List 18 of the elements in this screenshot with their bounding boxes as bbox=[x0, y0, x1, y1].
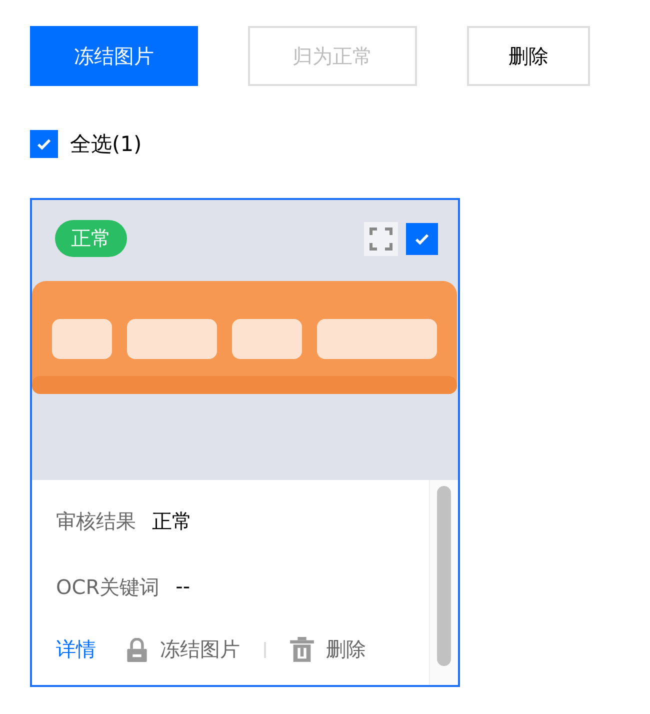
scrollbar-thumb[interactable] bbox=[437, 486, 451, 666]
action-link[interactable]: 冻结图片 bbox=[160, 636, 240, 663]
field-value: 正常 bbox=[152, 508, 192, 535]
field-value: -- bbox=[176, 574, 190, 600]
action-button[interactable]: 冻结图片 bbox=[30, 26, 198, 86]
status-badge: 正常 bbox=[55, 220, 127, 257]
lock-icon bbox=[126, 638, 148, 662]
fullscreen-icon[interactable] bbox=[364, 222, 398, 256]
image-card[interactable]: 正常 审核结果 正常 OCR关键词 -- 详情 冻结图片 删除 bbox=[30, 198, 460, 687]
select-all-label: 全选(1) bbox=[70, 131, 142, 158]
details-link[interactable]: 详情 bbox=[56, 636, 96, 663]
field-label: OCR关键词 bbox=[56, 574, 160, 601]
field-label: 审核结果 bbox=[56, 508, 136, 535]
action-link[interactable]: 删除 bbox=[326, 636, 366, 663]
select-all-checkbox[interactable] bbox=[30, 130, 58, 158]
trash-icon bbox=[290, 636, 314, 662]
action-button[interactable]: 删除 bbox=[466, 26, 590, 86]
card-checkbox[interactable] bbox=[406, 222, 438, 254]
